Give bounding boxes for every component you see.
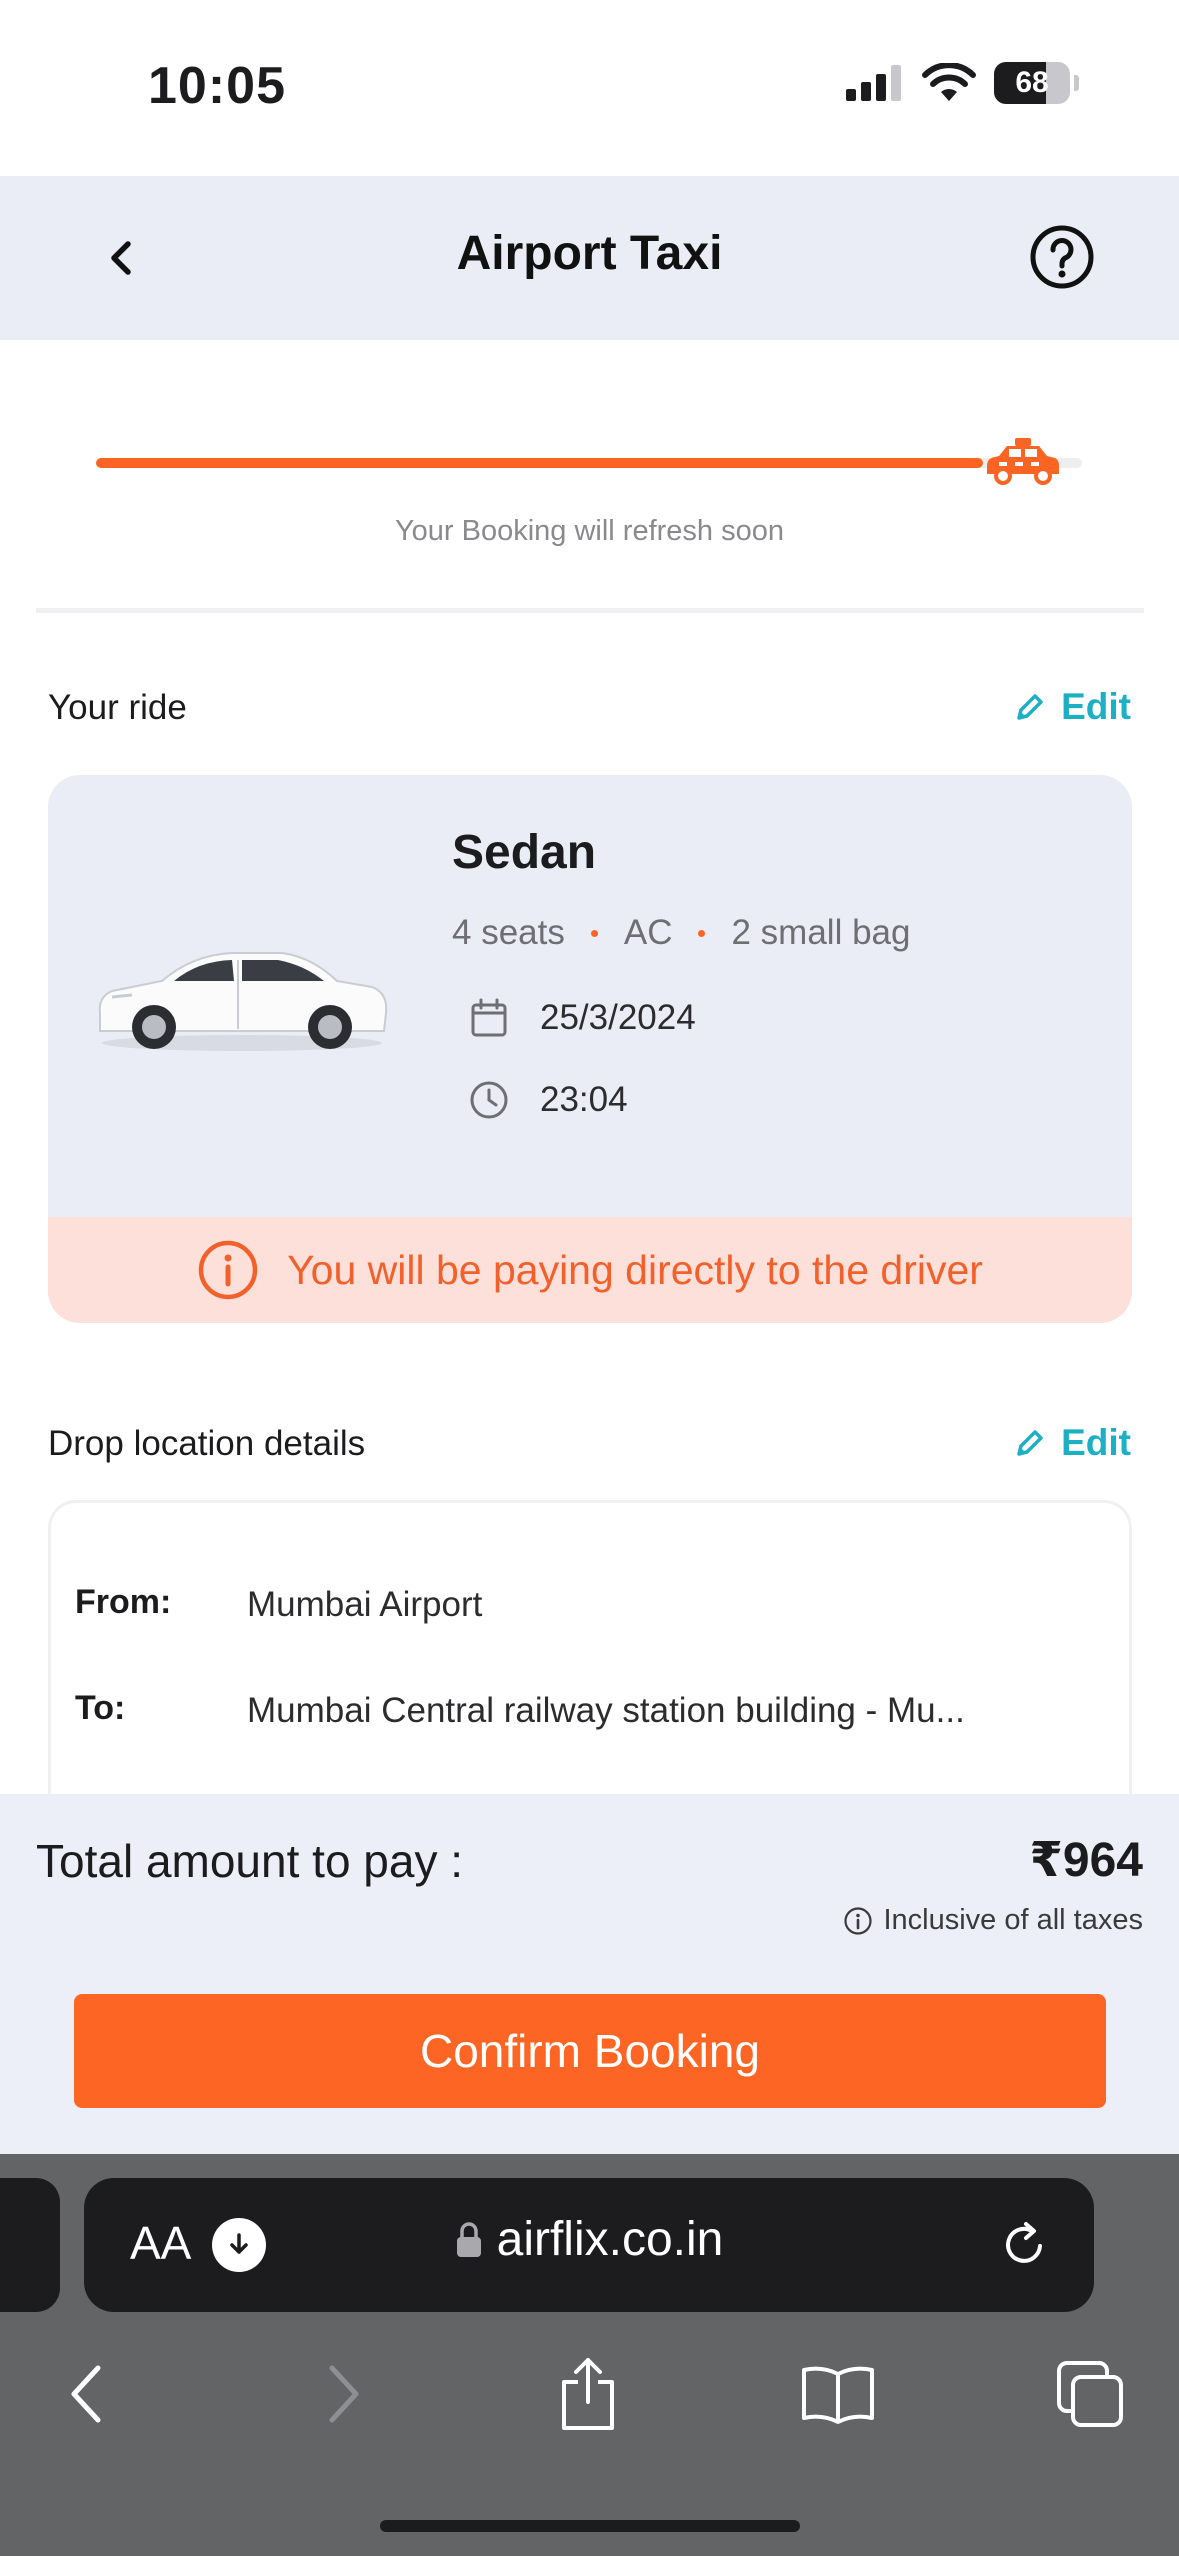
refresh-progress-bar: [96, 458, 1082, 468]
bookmarks-button[interactable]: [798, 2354, 878, 2434]
address-bar[interactable]: AA airflix.co.in: [84, 2178, 1094, 2312]
payment-notice-banner: You will be paying directly to the drive…: [48, 1217, 1132, 1323]
ride-card: Sedan 4 seats AC 2 small bag 25/3/2024 2…: [48, 775, 1132, 1323]
url-display[interactable]: airflix.co.in: [84, 2212, 1094, 2267]
payment-notice-text: You will be paying directly to the drive…: [287, 1246, 983, 1293]
clock-icon: [470, 1081, 508, 1119]
ride-section-title: Your ride: [48, 688, 187, 727]
feature-luggage: 2 small bag: [731, 913, 911, 952]
previous-tab-peek[interactable]: [0, 2178, 60, 2312]
location-card: From: Mumbai Airport To: Mumbai Central …: [48, 1500, 1132, 1800]
sedan-car-image: [98, 952, 388, 1051]
ride-date-row: 25/3/2024: [468, 997, 696, 1039]
status-icons: 68: [846, 62, 1079, 104]
share-button[interactable]: [548, 2354, 628, 2434]
ride-date: 25/3/2024: [540, 998, 696, 1037]
drop-section-title: Drop location details: [48, 1424, 366, 1463]
to-value: Mumbai Central railway station building …: [247, 1691, 965, 1730]
page-title: Airport Taxi: [456, 227, 723, 280]
chevron-right-icon: [329, 2365, 359, 2423]
calendar-icon: [471, 998, 507, 1037]
taxi-icon: [987, 438, 1059, 485]
to-label: To:: [75, 1689, 126, 1727]
edit-location-label: Edit: [1061, 1422, 1131, 1463]
status-bar: 10:05 68: [0, 0, 1179, 176]
help-circle-icon[interactable]: [1029, 224, 1095, 290]
edit-ride-label: Edit: [1061, 686, 1131, 727]
pencil-icon: [1017, 694, 1043, 720]
tabs-icon: [1057, 2361, 1123, 2427]
lock-icon: [456, 2221, 481, 2257]
from-value: Mumbai Airport: [247, 1585, 483, 1624]
refresh-note: Your Booking will refresh soon: [394, 515, 785, 547]
info-icon: [198, 1240, 258, 1300]
home-indicator: [380, 2520, 800, 2532]
feature-seats: 4 seats: [452, 913, 565, 952]
back-nav-button[interactable]: [48, 2354, 128, 2434]
edit-ride-button[interactable]: Edit: [1013, 686, 1131, 728]
confirm-booking-button[interactable]: Confirm Booking: [74, 1994, 1106, 2108]
booking-footer: Total amount to pay : ₹964 Inclusive of …: [0, 1794, 1179, 2154]
bookmarks-icon: [802, 2366, 874, 2424]
feature-separator: [590, 929, 598, 937]
edit-location-button[interactable]: Edit: [1013, 1422, 1131, 1464]
share-icon: [562, 2358, 614, 2430]
info-icon: [844, 1906, 873, 1935]
chevron-left-icon: [71, 2365, 101, 2423]
feature-separator: [698, 929, 706, 937]
ride-time-row: 23:04: [468, 1079, 628, 1121]
tax-note: Inclusive of all taxes: [843, 1904, 1143, 1937]
tax-note-text: Inclusive of all taxes: [883, 1904, 1143, 1936]
battery-icon: 68: [994, 62, 1070, 104]
url-text: airflix.co.in: [496, 2213, 724, 2266]
from-label: From:: [75, 1583, 172, 1621]
refresh-progress-fill: [96, 458, 983, 468]
total-label: Total amount to pay :: [36, 1835, 464, 1887]
wifi-icon: [922, 63, 976, 101]
status-time: 10:05: [148, 57, 286, 115]
reload-icon[interactable]: [996, 2216, 1054, 2274]
forward-nav-button[interactable]: [302, 2354, 382, 2434]
browser-toolbar: AA airflix.co.in: [0, 2154, 1179, 2556]
ride-time: 23:04: [540, 1080, 628, 1119]
car-name: Sedan: [452, 826, 597, 879]
pencil-icon: [1017, 1430, 1043, 1456]
battery-level: 68: [1015, 66, 1049, 99]
section-divider: [36, 608, 1144, 613]
total-amount: ₹964: [1029, 1834, 1143, 1887]
app-header: Airport Taxi: [0, 176, 1179, 340]
car-features: 4 seats AC 2 small bag: [452, 913, 910, 953]
signal-icon: [846, 65, 901, 101]
feature-ac: AC: [623, 913, 673, 952]
tabs-button[interactable]: [1050, 2354, 1130, 2434]
